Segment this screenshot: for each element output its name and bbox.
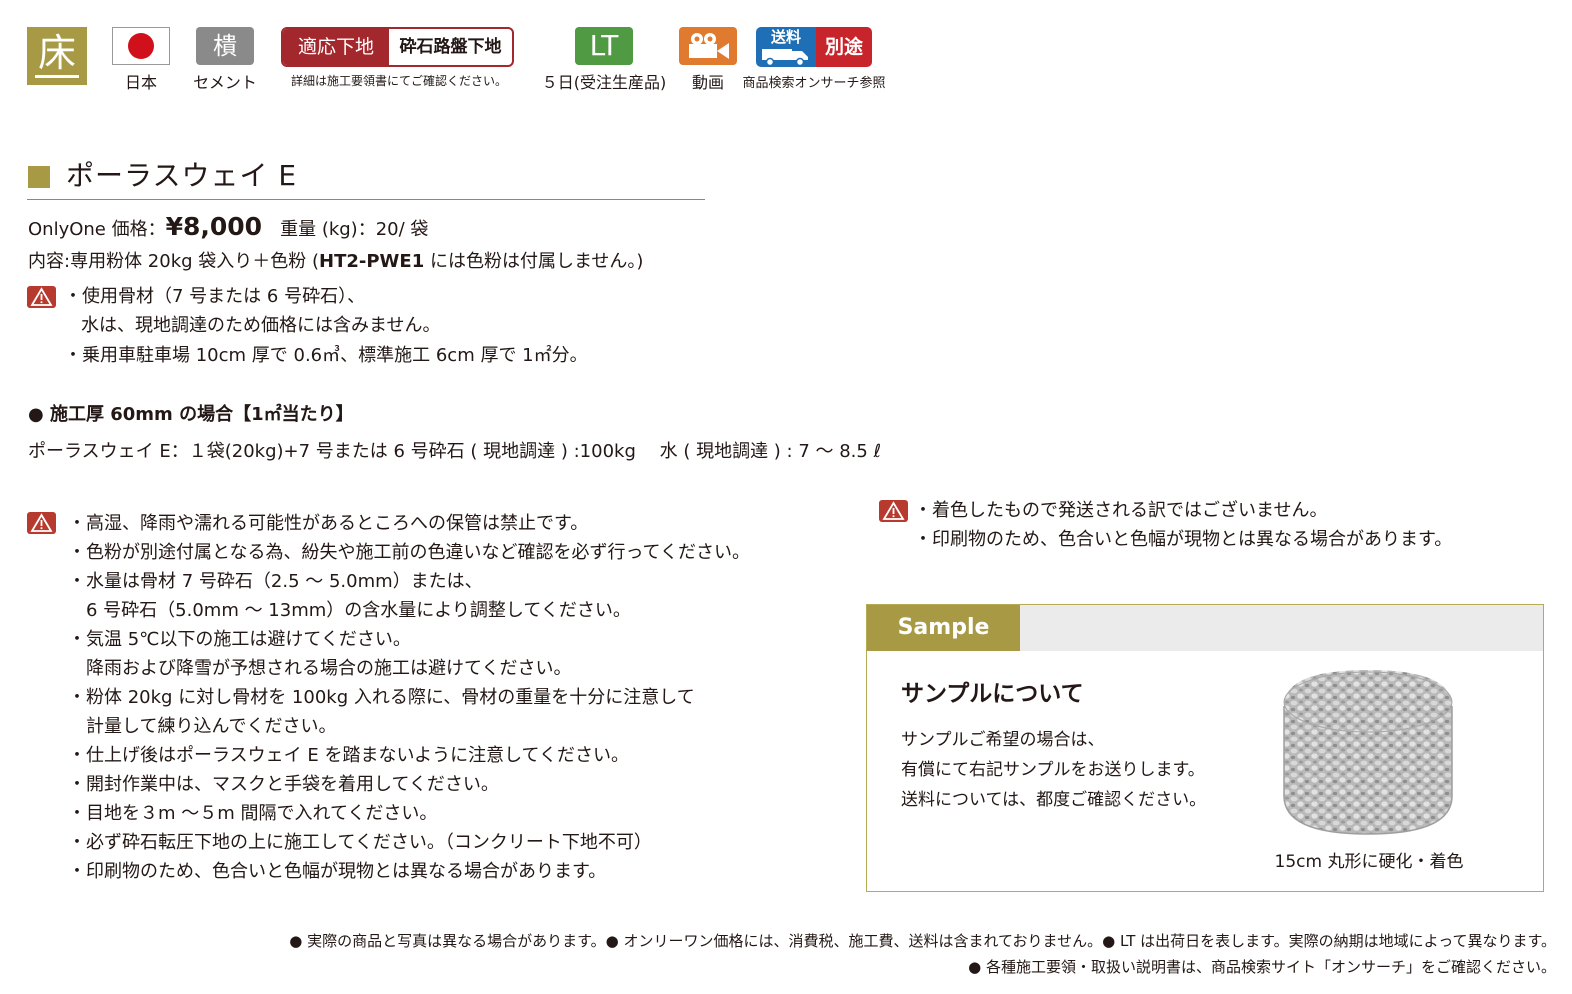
footer-line: ● 各種施工要領・取扱い説明書は、商品検索サイト「オンサーチ」をご確認ください。 xyxy=(968,958,1556,976)
warning-icon xyxy=(879,500,908,522)
caution-item: 6 号砕石（5.0mm ～ 13mm）の含水量により調整してください。 xyxy=(68,600,631,621)
shipping-badge: 送料 別途 xyxy=(756,27,872,67)
lt-badge-icon: LT xyxy=(575,27,633,65)
material-note: ・使用骨材（7 号または 6 号砕石）、 xyxy=(64,286,366,307)
price-value: ¥8,000 xyxy=(165,212,263,241)
coverage-note: ・乗用車駐車場 10cm 厚で 0.6㎥、標準施工 6cm 厚で 1㎡分。 xyxy=(64,345,588,366)
weight-text: 重量 (kg)：20/ 袋 xyxy=(280,219,429,240)
base-badge-right: 砕石路盤下地 xyxy=(399,37,502,57)
sample-heading: サンプルについて xyxy=(901,681,1084,707)
sample-line: 有償にて右記サンプルをお送りします。 xyxy=(901,760,1205,780)
caution-item: 降雨および降雪が予想される場合の施工は避けてください。 xyxy=(68,658,572,679)
ship-left: 送料 xyxy=(770,28,801,46)
caution-item: ・水量は骨材 7 号砕石（2.5 ～ 5.0mm）または、 xyxy=(68,571,483,592)
lt-label: ５日(受注生産品) xyxy=(541,73,667,92)
video-label: 動画 xyxy=(691,73,724,92)
caution-item: 計量して練り込んでください。 xyxy=(68,716,337,737)
contents-text-a: 内容:専用粉体 20kg 袋入り＋色粉 ( xyxy=(28,251,320,272)
floor-char: 床 xyxy=(37,31,76,75)
cement-label: セメント xyxy=(193,73,257,92)
video-camera-icon[interactable] xyxy=(679,27,737,65)
footer-line: ● 実際の商品と写真は異なる場合があります。● オンリーワン価格には、消費税、施… xyxy=(289,932,1556,950)
page-title: ポーラスウェイ E xyxy=(66,159,298,192)
warning-icon xyxy=(27,512,56,534)
right-note: ・着色したもので発送される訳ではございません。 xyxy=(914,500,1328,521)
base-badge: 適応下地 砕石路盤下地 xyxy=(281,27,514,67)
truck-icon: 送料 xyxy=(756,27,816,67)
mix-ratio: ポーラスウェイ E：１袋(20kg)+7 号または 6 号砕石 ( 現地調達 )… xyxy=(28,441,882,462)
water-note: 水は、現地調達のため価格には含みません。 xyxy=(81,315,441,336)
sample-line: 送料については、都度ご確認ください。 xyxy=(901,790,1207,810)
contents-line: 内容:専用粉体 20kg 袋入り＋色粉 (HT2-PWE1 には色粉は付属しませ… xyxy=(28,250,643,274)
right-note: ・印刷物のため、色合いと色幅が現物とは異なる場合があります。 xyxy=(914,529,1453,550)
price-line: OnlyOne 価格：¥8,000 重量 (kg)：20/ 袋 xyxy=(28,212,429,242)
title-divider xyxy=(27,199,705,200)
japan-label: 日本 xyxy=(124,73,157,92)
sample-stone-image xyxy=(1276,664,1460,840)
warning-icon xyxy=(27,286,56,308)
caution-item: ・気温 5℃以下の施工は避けてください。 xyxy=(68,629,411,650)
base-badge-left: 適応下地 xyxy=(283,29,389,65)
ship-right: 別途 xyxy=(816,27,872,67)
caution-item: ・仕上げ後はポーラスウェイ E を踏まないように注意してください。 xyxy=(68,745,630,766)
caution-item: ・印刷物のため、色合いと色幅が現物とは異なる場合があります。 xyxy=(68,861,607,882)
sample-tab: Sample xyxy=(867,605,1020,651)
base-note: 詳細は施工要領書にてご確認ください。 xyxy=(290,74,507,88)
price-prefix: OnlyOne 価格： xyxy=(28,219,166,240)
caution-item: ・高湿、降雨や濡れる可能性があるところへの保管は禁止です。 xyxy=(68,513,589,534)
caution-item: ・目地を３m ～５m 間隔で入れてください。 xyxy=(68,803,438,824)
sample-caption: 15cm 丸形に硬化・着色 xyxy=(1274,852,1464,872)
sample-text: サンプルご希望の場合は、 有償にて右記サンプルをお送りします。 送料については、… xyxy=(901,725,1206,815)
japan-flag-icon xyxy=(112,27,170,65)
mix-heading: ● 施工厚 60mm の場合【1㎡当たり】 xyxy=(28,404,354,425)
caution-item: ・粉体 20kg に対し骨材を 100kg 入れる際に、骨材の重量を十分に注意し… xyxy=(68,687,695,708)
caution-item: ・必ず砕石転圧下地の上に施工してください。（コンクリート下地不可） xyxy=(68,832,652,853)
contents-code: HT2-PWE1 xyxy=(319,251,425,272)
caution-list: ・高湿、降雨や濡れる可能性があるところへの保管は禁止です。 ・色粉が別途付属とな… xyxy=(68,509,750,886)
title-square-icon xyxy=(28,166,50,188)
caution-item: ・色粉が別途付属となる為、紛失や施工前の色違いなど確認を必ず行ってください。 xyxy=(68,542,751,563)
sample-line: サンプルご希望の場合は、 xyxy=(901,730,1105,750)
floor-badge-icon: 床 xyxy=(27,27,87,85)
ship-note: 商品検索オンサーチ参照 xyxy=(742,76,886,91)
contents-text-b: には色粉は付属しません。) xyxy=(424,251,644,272)
material-badge-icon: 樻 xyxy=(196,27,254,65)
caution-item: ・開封作業中は、マスクと手袋を着用してください。 xyxy=(68,774,499,795)
